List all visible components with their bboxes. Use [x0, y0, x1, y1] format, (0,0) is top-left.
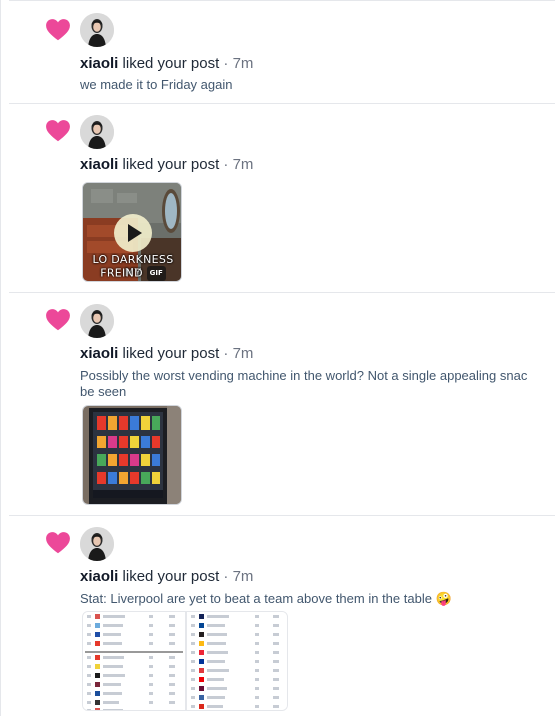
image-thumbnail[interactable] — [82, 405, 182, 505]
heart-icon — [46, 19, 70, 41]
heart-icon — [46, 120, 70, 142]
post-preview-text[interactable]: we made it to Friday again — [80, 77, 232, 93]
image-thumbnail[interactable] — [82, 611, 288, 711]
avatar[interactable] — [80, 115, 114, 149]
username-link[interactable]: xiaoli — [80, 156, 118, 173]
gif-caption-line: FREIND GIF — [83, 266, 181, 281]
notification-item[interactable]: xiaoli liked your post · 7m LO DARKNESS … — [9, 103, 555, 292]
post-preview-text[interactable]: Possibly the worst vending machine in th… — [80, 368, 527, 384]
gif-badge: GIF — [146, 266, 166, 281]
gif-thumbnail[interactable]: LO DARKNESS MY FREIND GIF — [82, 182, 182, 282]
avatar[interactable] — [80, 527, 114, 561]
notification-text: xiaoli liked your post · 7m — [80, 156, 253, 173]
notification-item[interactable]: xiaoli liked your post · 7m Stat: Liverp… — [9, 515, 555, 716]
action-text: liked your post — [118, 568, 220, 585]
post-preview-text[interactable]: be seen — [80, 384, 126, 400]
notification-text: xiaoli liked your post · 7m — [80, 568, 253, 585]
heart-icon — [46, 532, 70, 554]
notification-item[interactable]: xiaoli liked your post · 7m Possibly the… — [9, 292, 555, 515]
username-link[interactable]: xiaoli — [80, 568, 118, 585]
notification-text: xiaoli liked your post · 7m — [80, 345, 253, 362]
notification-item[interactable]: xiaoli liked your post · 7m we made it t… — [9, 0, 555, 103]
timestamp: · 7m — [219, 156, 254, 173]
username-link[interactable]: xiaoli — [80, 55, 118, 72]
heart-icon — [46, 309, 70, 331]
action-text: liked your post — [118, 55, 220, 72]
avatar[interactable] — [80, 13, 114, 47]
post-preview-text[interactable]: Stat: Liverpool are yet to beat a team a… — [80, 591, 452, 607]
timestamp: · 7m — [219, 568, 254, 585]
league-table-image — [83, 612, 287, 710]
timestamp: · 7m — [219, 345, 254, 362]
timestamp: · 7m — [219, 55, 254, 72]
vending-machine-image — [83, 406, 181, 504]
username-link[interactable]: xiaoli — [80, 345, 118, 362]
notification-feed: xiaoli liked your post · 7m we made it t… — [0, 0, 555, 716]
notification-text: xiaoli liked your post · 7m — [80, 55, 253, 72]
avatar[interactable] — [80, 304, 114, 338]
play-icon[interactable] — [113, 213, 153, 253]
action-text: liked your post — [118, 345, 220, 362]
action-text: liked your post — [118, 156, 220, 173]
